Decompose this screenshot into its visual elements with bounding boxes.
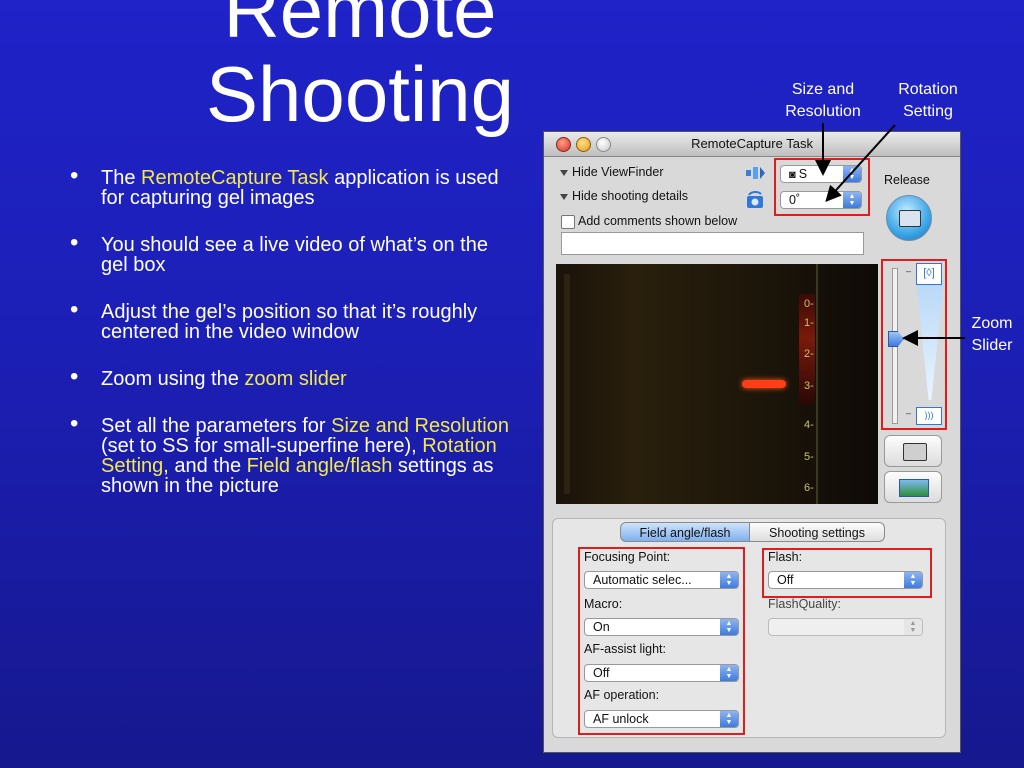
- rotation-callout-arrow: [825, 124, 896, 202]
- callout-arrows: [815, 123, 965, 346]
